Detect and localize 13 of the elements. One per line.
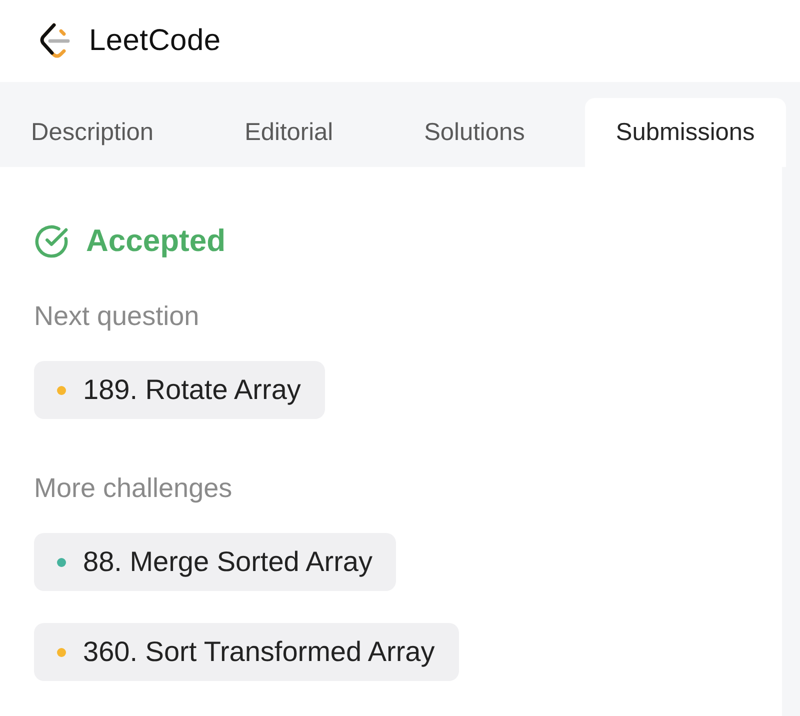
section-heading: More challenges — [34, 473, 232, 503]
tab[interactable]: Solutions — [393, 98, 556, 167]
status-text: Accepted — [86, 223, 226, 259]
problem-link[interactable]: 189. Rotate Array — [34, 361, 325, 419]
logo-text: LeetCode — [89, 24, 221, 58]
chevron-logo-icon — [40, 23, 72, 59]
check-circle-icon — [34, 224, 69, 258]
section-heading: Next question — [34, 301, 200, 331]
tab[interactable]: Description — [0, 98, 185, 167]
tab[interactable]: Editorial — [214, 98, 364, 167]
problem-link[interactable]: 360. Sort Transformed Array — [34, 623, 459, 681]
tab[interactable]: Submissions — [584, 98, 786, 167]
problem-link[interactable]: 88. Merge Sorted Array — [34, 533, 396, 591]
